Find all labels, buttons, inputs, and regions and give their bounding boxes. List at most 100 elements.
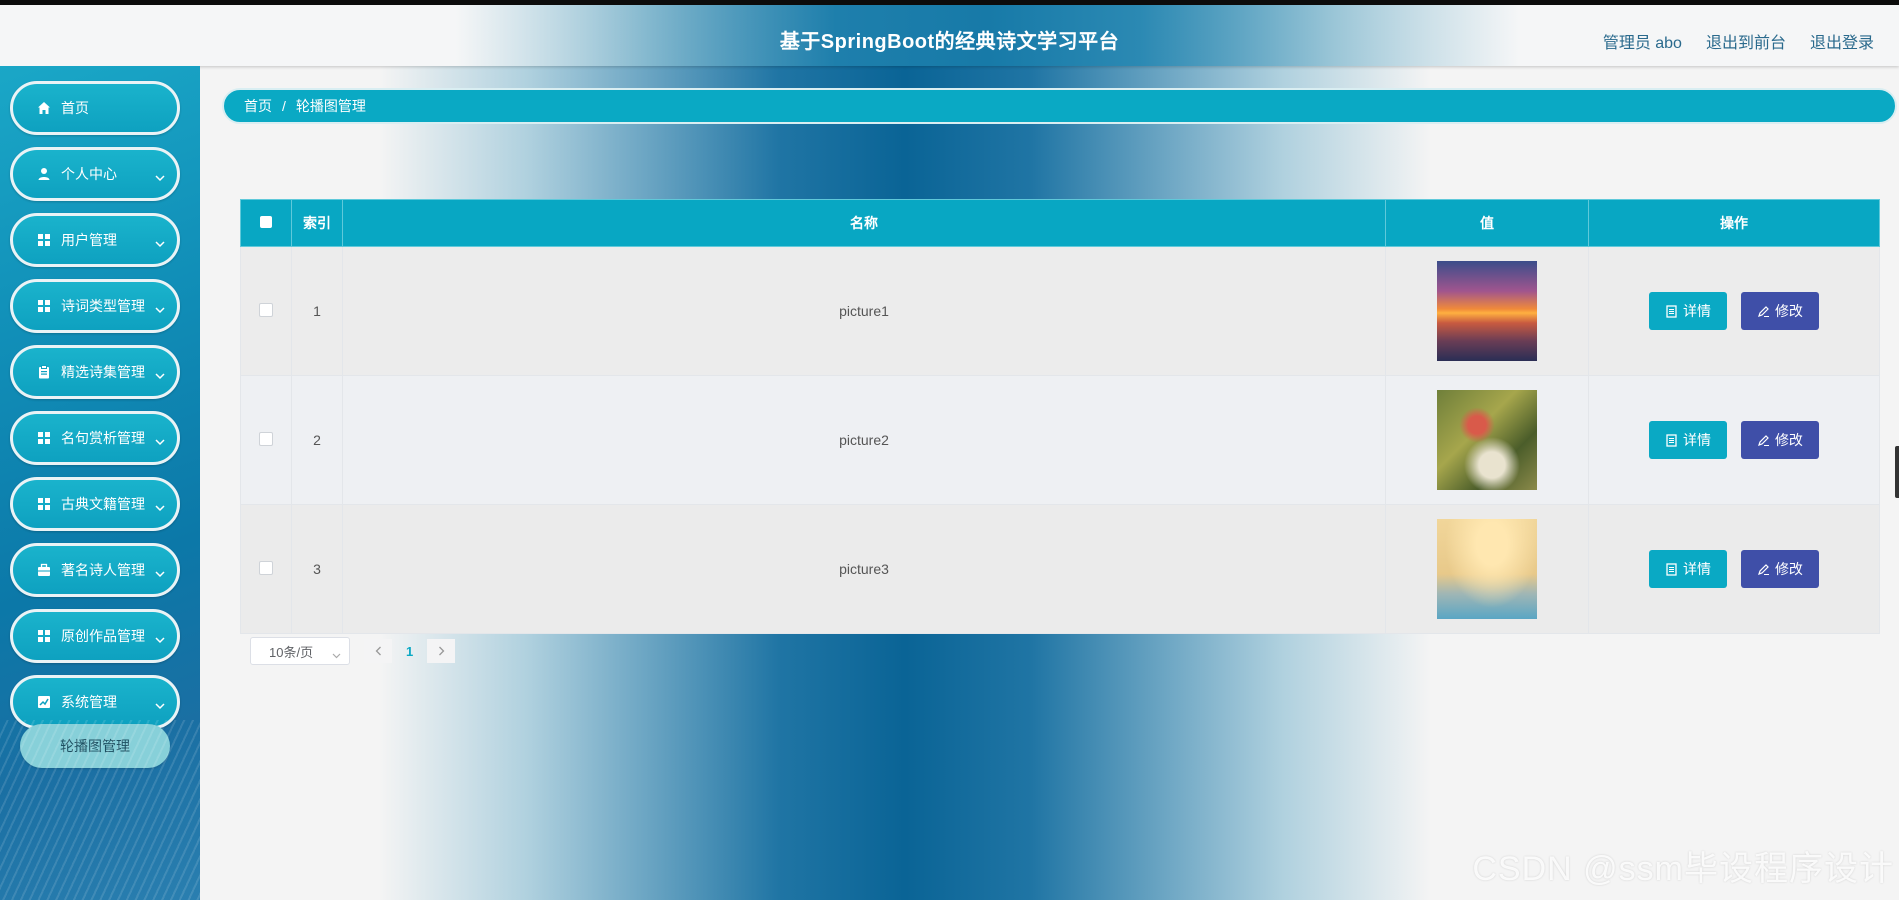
select-all-checkbox[interactable] [260, 216, 272, 228]
select-all-cell [240, 199, 292, 247]
breadcrumb-separator: / [282, 98, 286, 114]
pagination: 10条/页 1 [250, 637, 456, 665]
grid-icon [37, 431, 51, 445]
logout-link[interactable]: 退出登录 [1810, 29, 1874, 53]
actions-cell: 详情 修改 [1588, 375, 1880, 505]
edit-button[interactable]: 修改 [1740, 421, 1819, 459]
clipboard-icon [37, 365, 51, 379]
grid-icon [37, 629, 51, 643]
home-icon [37, 101, 51, 115]
value-header: 值 [1385, 199, 1589, 247]
sidebar-item-user-management[interactable]: 用户管理 [10, 213, 180, 267]
detail-label: 详情 [1683, 561, 1712, 577]
chevron-down-icon [155, 235, 165, 251]
sidebar-item-label: 系统管理 [61, 694, 117, 710]
chevron-down-icon [155, 169, 165, 185]
pencil-icon [1757, 305, 1770, 318]
row-checkbox-cell [240, 246, 292, 376]
flowers-image[interactable] [1437, 390, 1537, 490]
edit-button[interactable]: 修改 [1740, 550, 1819, 588]
sidebar-item-label: 名句赏析管理 [61, 430, 145, 446]
grid-icon [37, 233, 51, 247]
edit-label: 修改 [1774, 303, 1803, 319]
value-cell [1385, 504, 1589, 634]
breadcrumb-home[interactable]: 首页 [244, 96, 272, 116]
detail-button[interactable]: 详情 [1649, 421, 1728, 459]
sidebar-item-label: 著名诗人管理 [61, 562, 145, 578]
sidebar-item-selected-collection-management[interactable]: 精选诗集管理 [10, 345, 180, 399]
document-icon [1665, 433, 1678, 447]
carousel-table: 索引 名称 值 操作 1 picture1 详情 修改 2 picture2 详… [240, 199, 1880, 634]
sidebar-item-label: 个人中心 [61, 166, 117, 182]
user-icon [37, 167, 51, 181]
edit-label: 修改 [1774, 561, 1803, 577]
sidebar-item-personal-center[interactable]: 个人中心 [10, 147, 180, 201]
row-checkbox-cell [240, 375, 292, 505]
briefcase-icon [37, 563, 51, 577]
name-header: 名称 [342, 199, 1386, 247]
grid-icon [37, 299, 51, 313]
index-cell: 1 [291, 246, 343, 376]
table-header-row: 索引 名称 值 操作 [240, 199, 1880, 247]
chart-icon [37, 695, 51, 709]
back-to-front-link[interactable]: 退出到前台 [1706, 29, 1786, 53]
next-page-button[interactable] [427, 639, 456, 663]
table-row: 3 picture3 详情 修改 [240, 504, 1880, 634]
sidebar-item-home[interactable]: 首页 [10, 81, 180, 135]
sidebar-item-label: 首页 [61, 100, 89, 116]
page-number[interactable]: 1 [406, 644, 413, 659]
chevron-down-icon [155, 367, 165, 383]
value-cell [1385, 246, 1589, 376]
sidebar-item-label: 古典文籍管理 [61, 496, 145, 512]
page-size-value: 10条/页 [269, 644, 314, 660]
sunset-image[interactable] [1437, 261, 1537, 361]
sidebar-item-system-management[interactable]: 系统管理 [10, 675, 180, 729]
sidebar-item-label: 诗词类型管理 [61, 298, 145, 314]
detail-button[interactable]: 详情 [1649, 550, 1728, 588]
index-cell: 3 [291, 504, 343, 634]
index-header: 索引 [291, 199, 343, 247]
detail-button[interactable]: 详情 [1649, 292, 1728, 330]
chevron-down-icon [155, 499, 165, 515]
value-cell [1385, 375, 1589, 505]
detail-label: 详情 [1683, 432, 1712, 448]
name-cell: picture1 [342, 246, 1386, 376]
chevron-down-icon [332, 647, 341, 662]
chevron-down-icon [155, 301, 165, 317]
edit-button[interactable]: 修改 [1740, 292, 1819, 330]
watermark: CSDN @ssm毕设程序设计 [1472, 850, 1894, 888]
chevron-down-icon [155, 631, 165, 647]
sidebar-item-poem-type-management[interactable]: 诗词类型管理 [10, 279, 180, 333]
actions-cell: 详情 修改 [1588, 246, 1880, 376]
sidebar-item-label: 原创作品管理 [61, 628, 145, 644]
edit-label: 修改 [1774, 432, 1803, 448]
grid-icon [37, 497, 51, 511]
page-size-select[interactable]: 10条/页 [250, 637, 350, 665]
breadcrumb-current: 轮播图管理 [295, 98, 366, 114]
name-cell: picture3 [342, 504, 1386, 634]
sidebar-item-original-works-management[interactable]: 原创作品管理 [10, 609, 180, 663]
pencil-icon [1757, 563, 1770, 576]
admin-user-link[interactable]: 管理员 abo [1603, 29, 1682, 53]
row-checkbox[interactable] [259, 302, 273, 317]
chevron-down-icon [155, 697, 165, 713]
index-cell: 2 [291, 375, 343, 505]
sidebar-item-label: 精选诗集管理 [61, 364, 145, 380]
document-icon [1665, 562, 1678, 576]
sidebar-item-famous-lines-management[interactable]: 名句赏析管理 [10, 411, 180, 465]
row-checkbox[interactable] [259, 431, 273, 446]
header-links: 管理员 abo 退出到前台 退出登录 [1603, 29, 1874, 53]
sidebar-subitem-carousel-management[interactable]: 轮播图管理 [20, 724, 170, 768]
table-row: 1 picture1 详情 修改 [240, 246, 1880, 376]
chevron-down-icon [155, 565, 165, 581]
pencil-icon [1757, 434, 1770, 447]
sidebar-item-famous-poets-management[interactable]: 著名诗人管理 [10, 543, 180, 597]
row-checkbox-cell [240, 504, 292, 634]
actions-header: 操作 [1588, 199, 1880, 247]
prev-page-button[interactable] [364, 639, 392, 663]
row-checkbox[interactable] [259, 560, 273, 575]
sidebar-item-classical-books-management[interactable]: 古典文籍管理 [10, 477, 180, 531]
sidebar-item-label: 用户管理 [61, 232, 117, 248]
scrollbar-handle[interactable] [1895, 446, 1899, 498]
tree-image[interactable] [1437, 519, 1537, 619]
